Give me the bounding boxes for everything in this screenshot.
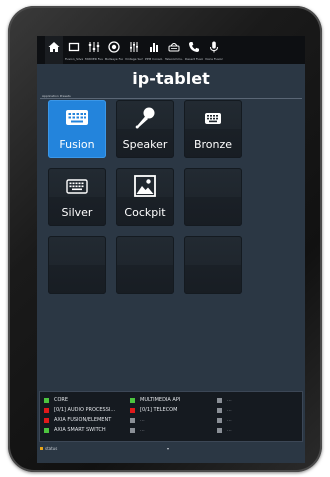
status-item: ... xyxy=(217,425,232,435)
faders-icon xyxy=(130,42,138,52)
status-indicator xyxy=(130,427,135,433)
status-column: ... ... ... ... xyxy=(217,395,232,435)
preset-tile-cockpit[interactable]: Cockpit xyxy=(116,168,174,226)
status-item: ... xyxy=(217,415,232,425)
preset-label: Bronze xyxy=(193,138,233,151)
preset-tile-silver[interactable]: Silver xyxy=(48,168,106,226)
status-item: AXIA FUSION/ELEMENT xyxy=(44,415,115,425)
preset-tile-bronze[interactable]: Bronze xyxy=(184,100,242,158)
status-item: CORE xyxy=(44,395,115,405)
status-column: MULTIMEDIA API [0/1] TELECOM ... ... xyxy=(130,395,180,435)
status-indicator xyxy=(217,427,222,433)
status-label: AXIA FUSION/ELEMENT xyxy=(54,417,112,423)
image-icon xyxy=(134,175,156,197)
preset-tile-empty[interactable] xyxy=(48,236,106,294)
status-item: ... xyxy=(130,415,180,425)
page-title: ip-tablet xyxy=(132,69,210,88)
status-label: ... xyxy=(140,427,145,433)
status-indicator xyxy=(44,397,49,403)
toolbar-item-voice-fusion[interactable]: Voice Fusion... xyxy=(205,36,223,64)
toolbar-item-label: Fusion_Silver xyxy=(65,57,83,61)
bar-chart-icon xyxy=(150,43,158,52)
status-indicator xyxy=(44,417,49,423)
toolbar-item-label: Voice Fusion... xyxy=(205,57,223,61)
status-label: [0/1] TELECOM xyxy=(140,407,178,413)
status-bar[interactable]: status ▾ xyxy=(37,445,305,452)
status-item: ... xyxy=(217,395,232,405)
status-label: ... xyxy=(227,397,232,403)
status-label: AXIA SMART SWITCH xyxy=(54,427,106,433)
status-indicator xyxy=(217,417,222,423)
toolbar-item-bullseye-fusion[interactable]: Bullseye Fus... xyxy=(105,36,123,64)
status-label: MULTIMEDIA API xyxy=(140,397,181,403)
status-indicator xyxy=(44,427,49,433)
toolbar-item-label: Bullseye Fus... xyxy=(105,57,123,61)
status-item: ... xyxy=(130,425,180,435)
status-item: AXIA SMART SWITCH xyxy=(44,425,115,435)
status-label: ... xyxy=(227,407,232,413)
status-indicator xyxy=(44,407,49,413)
status-bar-indicator xyxy=(40,447,43,450)
preset-toolbar: Fusion_Silver MIXDER Fus... Bullseye Fus… xyxy=(37,36,305,64)
status-bar-label: status xyxy=(45,446,58,451)
preset-tile-speaker[interactable]: Speaker xyxy=(116,100,174,158)
keyboard-outline-icon xyxy=(66,179,88,194)
preset-tile-empty[interactable] xyxy=(116,236,174,294)
status-indicator xyxy=(217,407,222,413)
preset-label: Silver xyxy=(61,206,93,219)
target-icon xyxy=(108,41,120,53)
phone-icon xyxy=(189,42,199,52)
status-item: MULTIMEDIA API xyxy=(130,395,180,405)
status-item: ... xyxy=(217,405,232,415)
toolbar-item-mixder-fusion[interactable]: MIXDER Fus... xyxy=(85,36,103,64)
expand-caret-icon[interactable]: ▾ xyxy=(167,446,169,451)
toolbar-item-label: PPM Consol... xyxy=(145,57,163,61)
small-keyboard-icon xyxy=(205,113,221,124)
toolbar-item-fusion-silver[interactable]: Fusion_Silver xyxy=(65,36,83,64)
preset-tile-empty[interactable] xyxy=(184,168,242,226)
divider xyxy=(40,98,302,99)
toolbar-item-label: Desert Fusio... xyxy=(185,57,203,61)
microphone-icon xyxy=(135,107,155,129)
status-indicator xyxy=(130,417,135,423)
status-label: ... xyxy=(227,417,232,423)
toolbar-item-label: Telecommu... xyxy=(165,57,183,61)
toolbar-item-vintage-surface[interactable]: Vintage Surf... xyxy=(125,36,143,64)
keyboard-icon xyxy=(66,110,88,125)
app-screen: Fusion_Silver MIXDER Fus... Bullseye Fus… xyxy=(37,36,305,463)
tablet-frame: Fusion_Silver MIXDER Fus... Bullseye Fus… xyxy=(8,6,322,472)
preset-tile-fusion[interactable]: Fusion xyxy=(48,100,106,158)
status-item: [0/1] TELECOM xyxy=(130,405,180,415)
preset-tile-empty[interactable] xyxy=(184,236,242,294)
status-label: [0/1] AUDIO PROCESSI... xyxy=(54,407,116,413)
preset-label: Cockpit xyxy=(124,206,166,219)
mixer-sliders-icon xyxy=(88,42,100,52)
toolbar-item-label: Vintage Surf... xyxy=(125,57,143,61)
toolbar-item-home[interactable] xyxy=(45,36,63,64)
toolbar-item-ppm-console[interactable]: PPM Consol... xyxy=(145,36,163,64)
status-label: CORE xyxy=(54,397,69,403)
status-column: CORE [0/1] AUDIO PROCESSI... AXIA FUSION… xyxy=(44,395,115,435)
toolbar-item-label: MIXDER Fus... xyxy=(85,57,103,61)
microphone-icon xyxy=(210,41,218,53)
toolbar-item-telecommunications[interactable]: Telecommu... xyxy=(165,36,183,64)
preset-label: Speaker xyxy=(122,138,168,151)
monitor-icon xyxy=(68,42,80,52)
status-label: ... xyxy=(227,427,232,433)
home-icon xyxy=(48,42,60,52)
toolbar-item-desert-fusion[interactable]: Desert Fusio... xyxy=(185,36,203,64)
status-indicator xyxy=(217,397,222,403)
preset-label: Fusion xyxy=(59,138,95,151)
status-indicator xyxy=(130,397,135,403)
status-item: [0/1] AUDIO PROCESSI... xyxy=(44,405,115,415)
status-panel: CORE [0/1] AUDIO PROCESSI... AXIA FUSION… xyxy=(39,391,303,442)
status-indicator xyxy=(130,407,135,413)
status-label: ... xyxy=(140,417,145,423)
console-icon xyxy=(168,43,180,52)
